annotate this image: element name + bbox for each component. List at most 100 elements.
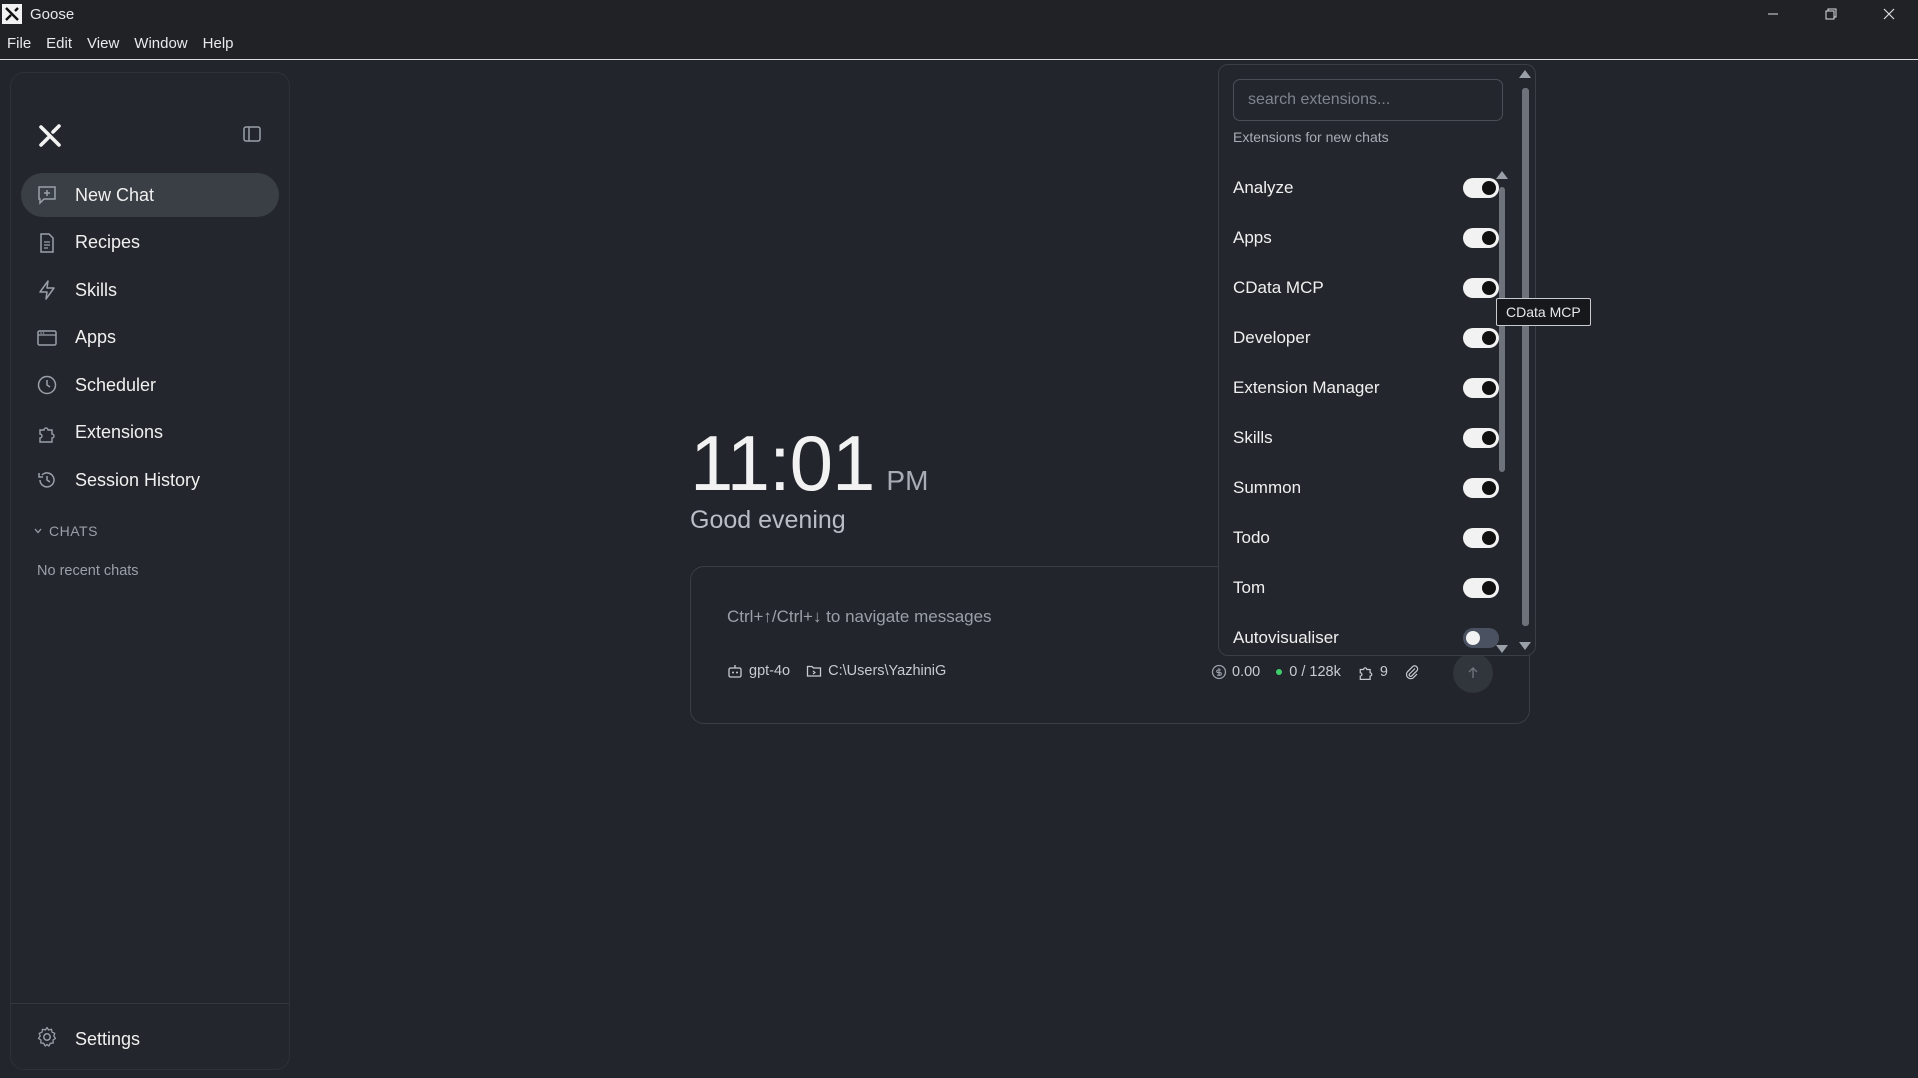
document-icon <box>35 231 59 255</box>
scrollbar-thumb[interactable] <box>1499 187 1505 472</box>
extensions-panel-scrollbar[interactable] <box>1518 66 1532 656</box>
context-usage[interactable]: 0 / 128k <box>1276 664 1341 680</box>
settings-label: Settings <box>75 1029 141 1049</box>
robot-icon <box>728 665 742 678</box>
extension-toggle[interactable] <box>1463 378 1499 398</box>
scrollbar-thumb[interactable] <box>1522 88 1529 626</box>
extension-name: Summon <box>1233 478 1302 497</box>
title-bar: Goose <box>0 0 1918 28</box>
no-recent-chats: No recent chats <box>37 563 139 579</box>
extension-toggle[interactable] <box>1463 178 1499 198</box>
window-title: Goose <box>30 5 75 23</box>
goose-logo-icon <box>2 4 22 24</box>
directory-selector[interactable]: C:\Users\YazhiniG <box>806 663 946 679</box>
sidebar-item-skills[interactable]: Skills <box>21 268 279 312</box>
menu-window[interactable]: Window <box>134 35 187 52</box>
model-selector[interactable]: gpt-4o <box>727 663 790 679</box>
history-icon <box>35 468 59 492</box>
extension-name: Developer <box>1233 328 1311 347</box>
goose-logo-icon[interactable] <box>35 121 65 151</box>
context-value: 0 / 128k <box>1289 664 1341 680</box>
message-input[interactable]: Ctrl+↑/Ctrl+↓ to navigate messages <box>727 607 992 627</box>
clock-ampm: PM <box>886 465 929 496</box>
paperclip-icon <box>1405 665 1419 680</box>
extension-toggle[interactable] <box>1463 478 1499 498</box>
extension-search-input[interactable] <box>1233 79 1503 121</box>
clock-time: 11:01 <box>690 419 875 507</box>
send-button[interactable] <box>1453 653 1493 693</box>
extension-name: CData MCP <box>1233 278 1324 297</box>
close-icon[interactable] <box>1860 0 1918 28</box>
new-chat-icon <box>35 183 59 207</box>
clock-icon <box>35 373 59 397</box>
extensions-count: 9 <box>1379 664 1388 680</box>
chats-section-header[interactable]: CHATS <box>33 523 98 539</box>
sidebar-item-label: New Chat <box>75 184 155 205</box>
extension-name: Todo <box>1233 528 1270 547</box>
cost-value: 0.00 <box>1232 664 1261 680</box>
attach-button[interactable] <box>1404 664 1425 680</box>
minimize-icon[interactable] <box>1744 0 1802 28</box>
cost-indicator: 0.00 <box>1211 664 1260 680</box>
extension-row-autovisualiser: Autovisualiser <box>1233 613 1503 655</box>
scroll-up-icon[interactable] <box>1496 171 1508 179</box>
extensions-subtitle: Extensions for new chats <box>1233 129 1389 145</box>
scroll-down-icon[interactable] <box>1496 645 1508 653</box>
menu-view[interactable]: View <box>87 35 119 52</box>
extension-toggle[interactable] <box>1463 228 1499 248</box>
arrow-up-icon <box>1468 667 1478 678</box>
scroll-up-icon[interactable] <box>1519 70 1531 78</box>
divider <box>11 1003 289 1004</box>
extension-toggle[interactable] <box>1463 528 1499 548</box>
extension-name: Extension Manager <box>1233 378 1380 397</box>
extension-name: Tom <box>1233 578 1266 597</box>
extensions-dropdown: Extensions for new chats Analyze Apps CD… <box>1218 64 1536 656</box>
sidebar-item-recipes[interactable]: Recipes <box>21 221 279 265</box>
extension-row-analyze: Analyze <box>1233 163 1503 213</box>
sidebar-item-label: Extensions <box>75 422 164 442</box>
extension-row-skills: Skills <box>1233 413 1503 463</box>
extension-toggle[interactable] <box>1463 578 1499 598</box>
puzzle-icon <box>35 421 59 445</box>
model-name: gpt-4o <box>749 663 791 679</box>
scroll-down-icon[interactable] <box>1519 642 1531 650</box>
greeting: Good evening <box>690 506 846 534</box>
extension-name: Skills <box>1233 428 1273 447</box>
extension-name: Apps <box>1233 228 1272 247</box>
extension-row-extension-manager: Extension Manager <box>1233 363 1503 413</box>
sidebar: New Chat Recipes Skills Apps Scheduler E… <box>10 72 290 1070</box>
extension-toggle[interactable] <box>1463 428 1499 448</box>
sidebar-item-label: Recipes <box>75 232 141 252</box>
extension-toggle[interactable] <box>1463 328 1499 348</box>
app-window-icon <box>35 326 59 350</box>
sidebar-item-apps[interactable]: Apps <box>21 316 279 360</box>
extension-row-cdata-mcp: CData MCP <box>1233 263 1503 313</box>
sidebar-item-settings[interactable]: Settings <box>35 1025 140 1054</box>
menu-edit[interactable]: Edit <box>46 35 72 52</box>
clock: 11:01 PM <box>690 418 928 509</box>
sidebar-item-session-history[interactable]: Session History <box>21 458 279 502</box>
sidebar-item-label: Session History <box>75 469 201 490</box>
extension-row-summon: Summon <box>1233 463 1503 513</box>
extensions-list-scrollbar[interactable] <box>1496 165 1508 655</box>
menu-file[interactable]: File <box>7 35 31 52</box>
folder-icon <box>806 665 822 677</box>
extension-name: Analyze <box>1233 178 1294 197</box>
lightning-icon <box>35 278 59 302</box>
puzzle-icon <box>1359 667 1373 680</box>
sidebar-item-label: Apps <box>75 327 117 347</box>
extension-row-apps: Apps <box>1233 213 1503 263</box>
sidebar-item-label: Skills <box>75 279 118 300</box>
extension-row-tom: Tom <box>1233 563 1503 613</box>
extensions-button[interactable]: 9 <box>1357 663 1388 681</box>
restore-icon[interactable] <box>1802 0 1860 28</box>
sidebar-toggle-icon[interactable] <box>241 123 263 145</box>
sidebar-item-new-chat[interactable]: New Chat <box>21 173 279 217</box>
status-dot <box>1276 669 1283 675</box>
sidebar-item-scheduler[interactable]: Scheduler <box>21 363 279 407</box>
menu-help[interactable]: Help <box>203 35 234 52</box>
extension-toggle[interactable] <box>1463 278 1499 298</box>
extension-row-todo: Todo <box>1233 513 1503 563</box>
extension-toggle[interactable] <box>1463 628 1499 648</box>
sidebar-item-extensions[interactable]: Extensions <box>21 411 279 455</box>
